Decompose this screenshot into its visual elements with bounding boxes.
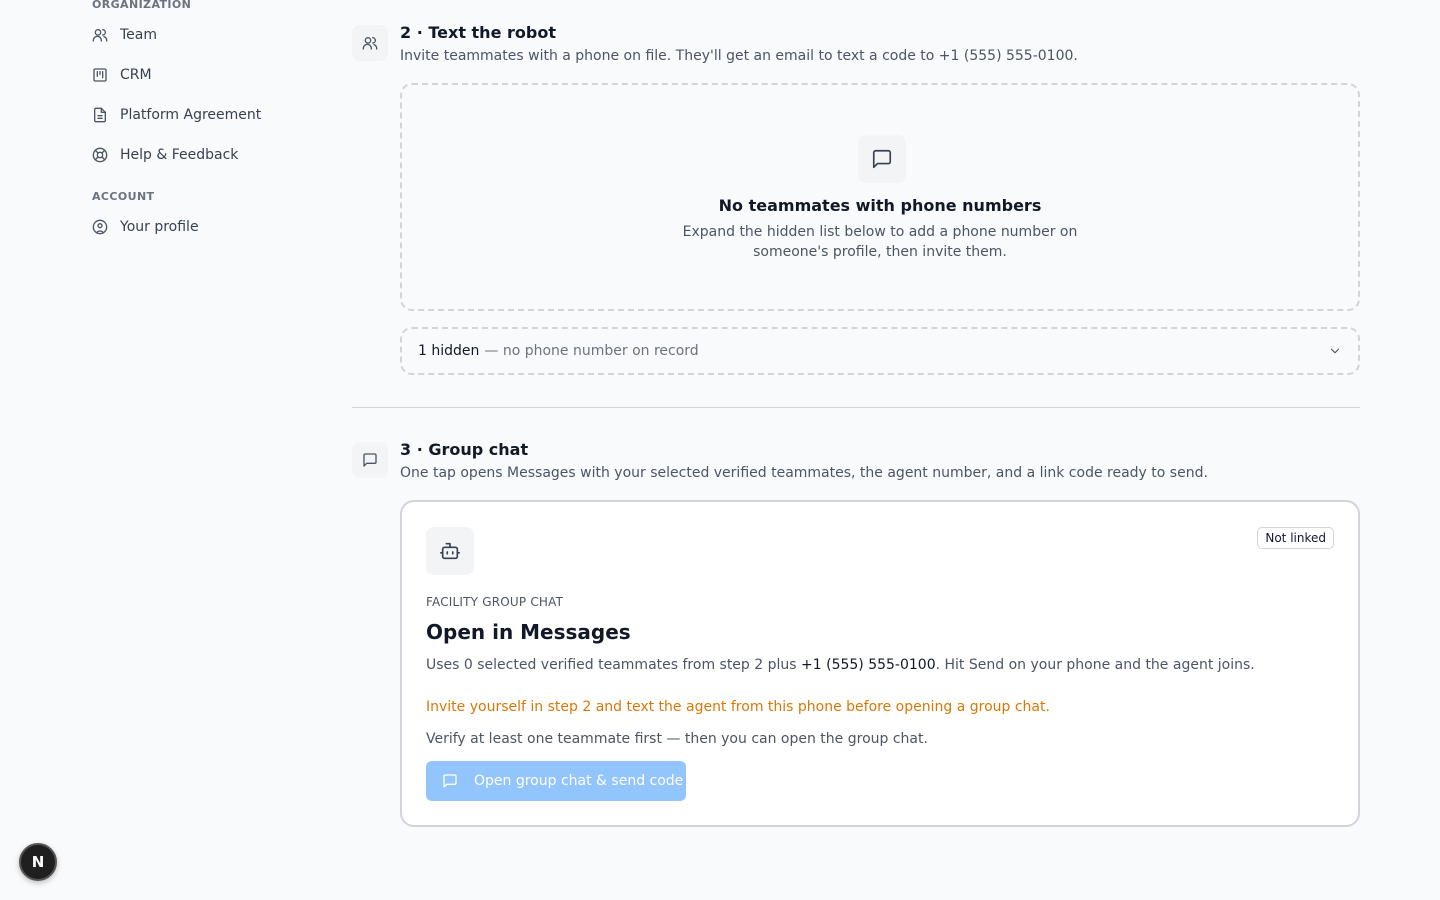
bot-icon	[440, 542, 460, 560]
sidebar-item-label: Your profile	[120, 219, 199, 235]
sidebar-item-label: Team	[120, 27, 158, 43]
sidebar-item-help-feedback[interactable]: Help & Feedback	[92, 143, 238, 167]
section-divider	[352, 407, 1360, 408]
sidebar: ORGANIZATION Team CRM Platform Agreement…	[0, 0, 300, 900]
empty-state-icon-tile	[858, 135, 906, 183]
step-3-title: 3 · Group chat	[400, 440, 529, 459]
kanban-icon	[93, 68, 107, 82]
card-title: Open in Messages	[426, 620, 631, 644]
hidden-reason: — no phone number on record	[484, 343, 699, 359]
card-description-prefix: Uses 0 selected verified teammates from …	[426, 657, 802, 673]
step-2-title: 2 · Text the robot	[400, 23, 556, 42]
link-status-badge: Not linked	[1257, 527, 1334, 549]
card-description-suffix: . Hit Send on your phone and the agent j…	[935, 657, 1255, 673]
step-3-description: One tap opens Messages with your selecte…	[400, 465, 1208, 481]
message-square-icon	[872, 149, 892, 169]
lifebuoy-icon	[92, 147, 108, 163]
card-eyebrow: FACILITY GROUP CHAT	[426, 595, 564, 609]
empty-state-description: Expand the hidden list below to add a ph…	[682, 224, 1078, 260]
bot-icon-tile	[426, 527, 474, 575]
sidebar-section-account: ACCOUNT	[92, 190, 155, 203]
dev-tools-badge[interactable]: N	[19, 843, 57, 881]
empty-state-box: No teammates with phone numbers Expand t…	[400, 83, 1360, 311]
message-square-icon	[363, 453, 377, 467]
verify-note: Verify at least one teammate first — the…	[426, 731, 928, 747]
sidebar-item-platform-agreement[interactable]: Platform Agreement	[92, 103, 261, 127]
hidden-count: 1 hidden	[418, 343, 480, 359]
message-square-icon	[443, 774, 457, 788]
sidebar-item-team[interactable]: Team	[92, 23, 157, 47]
users-icon	[362, 37, 378, 50]
step-2-icon-tile	[352, 25, 388, 61]
sidebar-item-label: Platform Agreement	[120, 107, 262, 123]
sidebar-item-your-profile[interactable]: Your profile	[92, 215, 199, 239]
user-circle-icon	[92, 219, 108, 235]
chevron-down-icon	[1330, 348, 1340, 354]
hidden-teammates-toggle[interactable]: 1 hidden — no phone number on record	[400, 327, 1360, 375]
document-icon	[94, 107, 106, 123]
sidebar-item-label: CRM	[120, 67, 152, 83]
users-icon	[92, 29, 108, 42]
empty-state-title: No teammates with phone numbers	[718, 196, 1042, 215]
open-group-chat-button-label: Open group chat & send code	[474, 773, 684, 789]
sidebar-section-organization: ORGANIZATION	[92, 0, 192, 11]
sidebar-item-crm[interactable]: CRM	[92, 63, 152, 87]
group-chat-card: Not linked FACILITY GROUP CHAT Open in M…	[400, 500, 1360, 827]
card-description: Uses 0 selected verified teammates from …	[426, 657, 1255, 673]
step-2-description: Invite teammates with a phone on file. T…	[400, 48, 1078, 64]
step-3-icon-tile	[352, 442, 388, 478]
sidebar-item-label: Help & Feedback	[120, 147, 239, 163]
warning-message: Invite yourself in step 2 and text the a…	[426, 699, 1050, 715]
open-group-chat-button[interactable]: Open group chat & send code	[426, 761, 686, 801]
agent-phone-number: +1 (555) 555-0100	[801, 657, 936, 673]
